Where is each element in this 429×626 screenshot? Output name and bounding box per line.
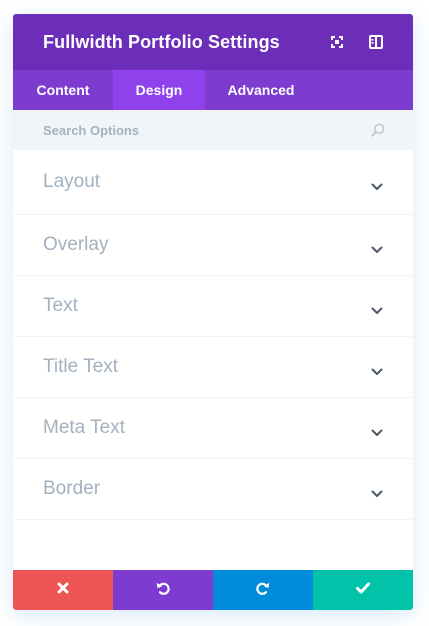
option-groups: Layout Overlay Text Title Text Meta Text [13, 150, 413, 520]
settings-modal: Fullwidth Portfolio Settings Content Des… [13, 14, 413, 610]
group-title-text[interactable]: Title Text [13, 337, 413, 398]
search-icon[interactable] [371, 123, 385, 142]
tab-design[interactable]: Design [113, 70, 205, 110]
undo-icon [155, 580, 171, 601]
search-bar [13, 110, 413, 150]
group-label: Meta Text [43, 417, 126, 438]
chevron-down-icon [371, 363, 383, 381]
expand-icon[interactable] [329, 34, 345, 50]
redo-button[interactable] [213, 570, 313, 610]
group-border[interactable]: Border [13, 459, 413, 520]
group-overlay[interactable]: Overlay [13, 215, 413, 276]
modal-footer [13, 570, 413, 610]
group-layout[interactable]: Layout [13, 150, 413, 215]
chevron-down-icon [371, 178, 383, 196]
group-meta-text[interactable]: Meta Text [13, 398, 413, 459]
tab-bar: Content Design Advanced [13, 70, 413, 110]
check-icon [356, 581, 370, 599]
chevron-down-icon [371, 485, 383, 503]
group-label: Border [43, 478, 101, 499]
chevron-down-icon [371, 241, 383, 259]
tab-advanced[interactable]: Advanced [205, 70, 317, 110]
group-label: Text [43, 295, 78, 316]
search-input[interactable] [43, 122, 343, 138]
chevron-down-icon [371, 302, 383, 320]
sidebar-layout-icon[interactable] [368, 34, 384, 50]
modal-title: Fullwidth Portfolio Settings [43, 31, 280, 52]
modal-header[interactable]: Fullwidth Portfolio Settings [13, 14, 413, 70]
tab-content[interactable]: Content [13, 70, 113, 110]
chevron-down-icon [371, 424, 383, 442]
discard-button[interactable] [13, 570, 113, 610]
group-label: Title Text [43, 356, 118, 377]
group-label: Layout [43, 171, 101, 192]
close-icon [57, 581, 69, 599]
group-label: Overlay [43, 234, 109, 255]
group-text[interactable]: Text [13, 276, 413, 337]
save-button[interactable] [313, 570, 413, 610]
undo-button[interactable] [113, 570, 213, 610]
redo-icon [255, 580, 271, 601]
